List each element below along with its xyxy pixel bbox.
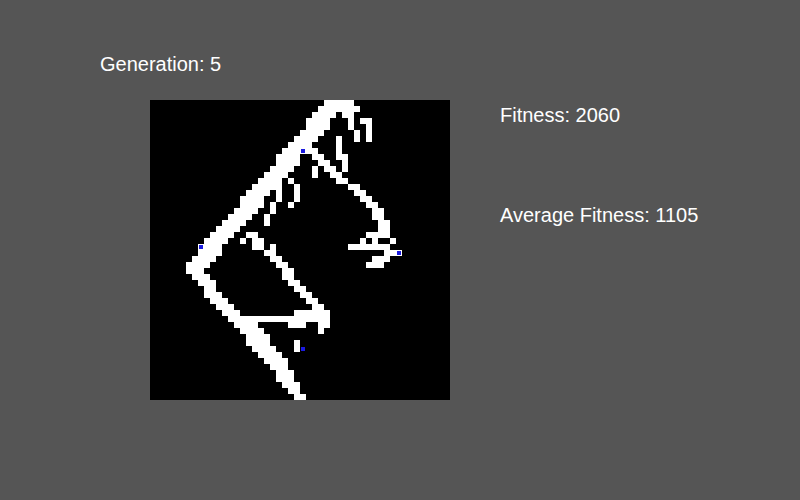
grid-cell <box>318 328 324 334</box>
marker-dot <box>301 347 305 351</box>
grid-cell <box>294 196 300 202</box>
grid-cell <box>288 322 306 328</box>
grid-cell <box>348 244 384 250</box>
grid-cell <box>276 196 282 202</box>
grid-cell <box>270 208 276 214</box>
grid-cell <box>342 166 348 172</box>
grid-cell <box>294 346 300 352</box>
grid-cell <box>252 244 264 250</box>
grid-cell <box>366 262 384 268</box>
simulation-screen: Generation: 5 Fitness: 2060 Average Fitnes… <box>0 0 800 500</box>
stat-label: Average Fitness: 1105 <box>500 203 698 227</box>
grid-canvas <box>150 100 450 400</box>
generation-label: Generation: 5 <box>0 52 800 76</box>
grid-cell <box>264 220 270 226</box>
grid-cell <box>366 232 390 238</box>
marker-dot <box>301 149 305 153</box>
grid-cell <box>366 136 372 142</box>
grid-cell <box>390 238 396 244</box>
grid-cell <box>336 178 348 184</box>
marker-dot <box>397 251 401 255</box>
grid-cell <box>312 172 318 178</box>
marker-dot <box>199 245 203 249</box>
grid-cell <box>354 136 360 142</box>
grid-cell <box>240 238 246 244</box>
grid-cell <box>294 394 306 400</box>
stat-label: Fitness: 2060 <box>500 103 698 127</box>
grid-cell <box>288 202 294 208</box>
stats-panel: Fitness: 2060 Average Fitness: 1105 <box>500 100 698 400</box>
